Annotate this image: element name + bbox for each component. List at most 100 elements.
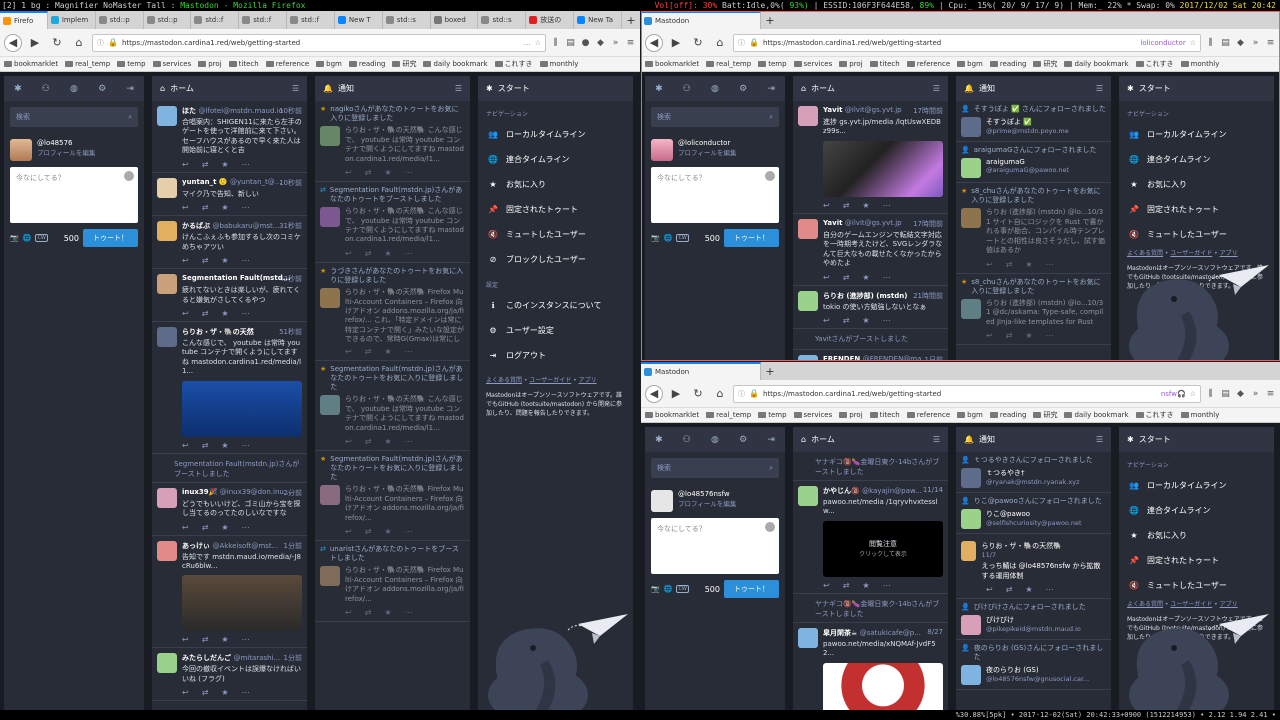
notification-item[interactable]: らりお・ザ・🐘の天然🐘 11/7 えっち鯖は @lo48576nsfw から拡散する… [956, 534, 1111, 600]
notification-item[interactable]: ★ s8_chuさんがあなたのトゥートをお気に入りに登録しました らりお (進捗部)… [956, 183, 1111, 274]
notification-item[interactable]: 👤 araigumaGさんにフォローされました araigumaG @araiguma… [956, 142, 1111, 184]
bookmark-folder[interactable]: temp [758, 411, 787, 419]
bookmark-folder[interactable]: 研究 [392, 59, 416, 69]
reply-icon[interactable]: ↩ [182, 523, 189, 532]
avatar[interactable] [10, 139, 32, 161]
avatar[interactable] [961, 615, 981, 636]
emoji-picker-icon[interactable] [124, 171, 134, 181]
nav-favourites[interactable]: ★ お気に入り [1119, 523, 1274, 548]
more-icon[interactable]: ⋯ [242, 309, 250, 318]
local-timeline-icon[interactable]: ⚇ [42, 84, 50, 94]
toot-button[interactable]: トゥート！ [724, 229, 779, 247]
preferences-icon[interactable]: ⚙ [739, 84, 747, 94]
boost-icon[interactable]: ⇄ [202, 635, 209, 644]
browser-tab[interactable]: boxed [431, 11, 479, 29]
avatar[interactable] [320, 207, 340, 228]
bookmark-folder[interactable]: temp [758, 60, 787, 68]
url-bar[interactable]: ⓘ 🔒 https://mastodon.cardina1.red/web/gett… [92, 33, 546, 52]
status-item[interactable]: 1日前 FRENDEN @FRENDEN@ma... [793, 350, 948, 361]
cw-button[interactable]: CW [35, 234, 48, 242]
getting-started-icon[interactable]: ✱ [655, 435, 663, 445]
avatar[interactable] [798, 599, 810, 611]
bookmark-folder[interactable]: reading [989, 411, 1026, 419]
notification-item[interactable]: 👤 ｔつるやきさんにフォローされました ｔつるやき† @ryanak@mstdn.ry… [956, 452, 1111, 494]
status-item[interactable]: 42秒前 Segmentation Fault(mstd... 疲れてないときは楽… [152, 269, 307, 322]
avatar[interactable] [961, 509, 981, 530]
reply-icon[interactable]: ↩ [986, 260, 993, 269]
bookmark-folder[interactable]: reading [989, 60, 1026, 68]
footer-link[interactable]: よくある質問 [486, 377, 522, 384]
nav-about-instance[interactable]: ℹ このインスタンスについて [478, 293, 633, 318]
reply-icon[interactable]: ↩ [345, 347, 352, 356]
overflow-icon[interactable]: » [1250, 38, 1261, 48]
favourite-icon[interactable]: ★ [384, 608, 391, 617]
bookmark-folder[interactable]: reference [265, 60, 309, 68]
globe-icon[interactable]: 🌐 [664, 585, 673, 593]
bookmark-folder[interactable]: daily bookmark [1064, 60, 1129, 68]
favourite-icon[interactable]: ★ [384, 249, 391, 258]
overflow-icon[interactable]: » [1250, 389, 1261, 399]
boost-icon[interactable]: ⇄ [365, 249, 372, 258]
sidebar-icon[interactable]: ▤ [565, 38, 576, 48]
more-icon[interactable]: ⋯ [1046, 331, 1054, 340]
browser-tab[interactable]: 放送の [526, 11, 575, 29]
status-item[interactable]: ヤナギコ🔞🍆金曜日東ク-14bさんがブーストしました [793, 452, 948, 481]
extension-icon[interactable]: ● [580, 38, 591, 48]
footer-link[interactable]: アプリ [579, 377, 597, 384]
overflow-icon[interactable]: » [610, 38, 621, 48]
status-author[interactable]: 21時間前 らりお (進捗部) (mstdn) [823, 291, 943, 301]
media-attachment[interactable] [823, 140, 943, 197]
toot-button[interactable]: トゥート！ [724, 580, 779, 598]
avatar[interactable] [798, 627, 818, 648]
nav-logout[interactable]: ⇥ ログアウト [478, 343, 633, 368]
avatar[interactable] [320, 126, 340, 147]
federated-timeline-icon[interactable]: ◍ [70, 84, 78, 94]
browser-tab[interactable]: std::s [478, 11, 527, 29]
local-timeline-icon[interactable]: ⚇ [683, 435, 691, 445]
more-icon[interactable]: ⋯ [405, 249, 413, 258]
nav-favourites[interactable]: ★ お気に入り [478, 172, 633, 197]
reload-button[interactable]: ↻ [689, 34, 707, 52]
bookmark-folder[interactable]: services [152, 60, 191, 68]
avatar[interactable] [157, 106, 177, 126]
account-card[interactable]: そすうぽよ ✅ @prime@mstdn.poyo.me [961, 117, 1106, 138]
emoji-picker-icon[interactable] [765, 522, 775, 532]
notification-item[interactable]: ★ うづきさんがあなたのトゥートをお気に入りに登録しました らりお・ザ・🐘の天然🐘 … [315, 263, 470, 362]
more-icon[interactable]: ⋯ [242, 688, 250, 697]
column-header[interactable]: ⌂ ホーム ☰ [152, 76, 307, 101]
nav-preferences[interactable]: ⚙ ユーザー設定 [478, 318, 633, 343]
boost-icon[interactable]: ⇄ [365, 437, 372, 446]
avatar[interactable] [651, 490, 673, 512]
bookmark-folder[interactable]: monthly [539, 60, 578, 68]
status-item[interactable]: Yavitさんがブーストしました [793, 329, 948, 351]
container-label[interactable]: loliconductor [1140, 39, 1185, 47]
back-button[interactable]: ◀ [4, 33, 22, 52]
browser-tab[interactable]: std::f [191, 11, 240, 29]
browser-tab[interactable]: New T [335, 11, 383, 29]
more-icon[interactable]: ⋯ [405, 168, 413, 177]
container-label[interactable]: nsfw🎧 [1161, 390, 1186, 398]
status-author[interactable]: 8/27 皐月閑茶☕ @satukicafe@p... [823, 628, 943, 638]
boost-icon[interactable]: ⇄ [365, 347, 372, 356]
column-settings-icon[interactable]: ☰ [1096, 435, 1103, 444]
bookmark-folder[interactable]: real_temp [706, 411, 751, 419]
media-attachment[interactable] [182, 575, 302, 632]
emoji-picker-icon[interactable] [765, 171, 775, 181]
bookmark-folder[interactable]: reference [906, 60, 950, 68]
edit-profile-link[interactable]: プロフィールを編集 [37, 147, 95, 157]
bookmark-folder[interactable]: services [793, 411, 832, 419]
avatar[interactable] [961, 665, 981, 686]
status-time[interactable]: 21時間前 [913, 291, 943, 301]
status-item[interactable]: 17時間前 Yavit @ilvit@gs.yvt.jp 進捗 gs.yvt.jp/… [793, 101, 948, 214]
column-settings-icon[interactable]: ☰ [933, 435, 940, 444]
bookmark-folder[interactable]: bgm [957, 411, 983, 419]
status-author[interactable]: 42秒前 Segmentation Fault(mstd... [182, 274, 302, 284]
favourite-icon[interactable]: ★ [221, 635, 228, 644]
getting-started-icon[interactable]: ✱ [655, 84, 663, 94]
bookmark-folder[interactable]: bookmarklet [645, 411, 699, 419]
status-item[interactable]: 8/27 皐月閑茶☕ @satukicafe@p... pawoo.net/medi… [793, 623, 948, 710]
reply-icon[interactable]: ↩ [986, 331, 993, 340]
column-header[interactable]: ⌂ ホーム ☰ [793, 427, 948, 452]
bookmark-folder[interactable]: proj [839, 60, 863, 68]
status-author[interactable]: 10秒前 ほた @lfotei@mstdn.maud.io [182, 106, 302, 116]
